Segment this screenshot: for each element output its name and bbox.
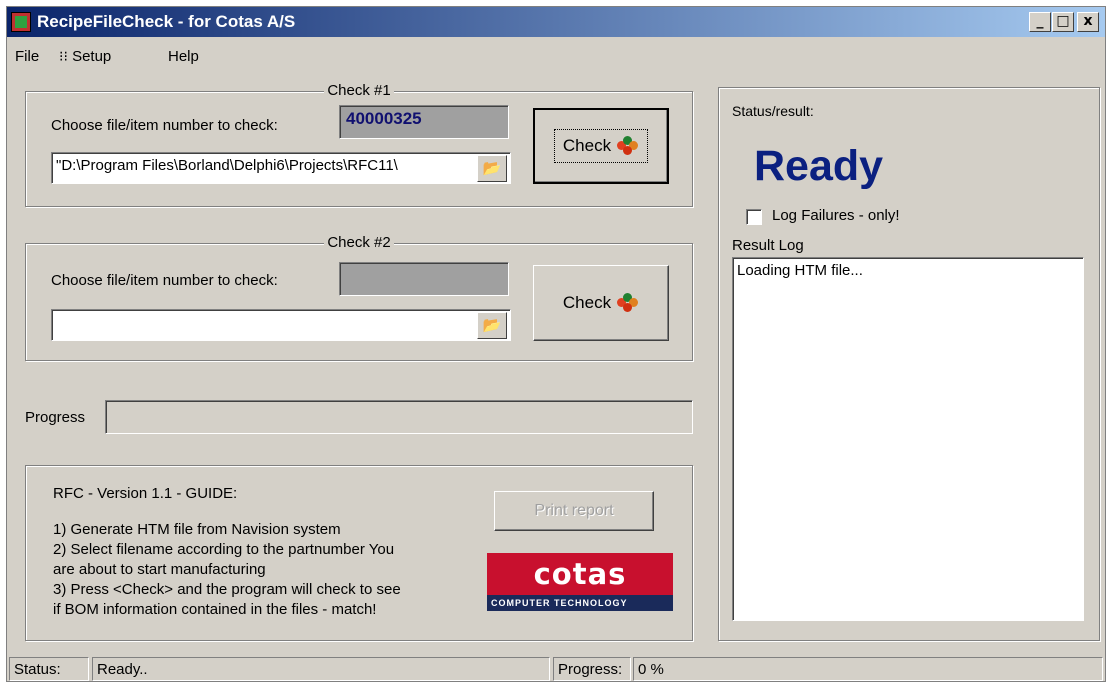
check2-button[interactable]: Check <box>533 265 669 341</box>
check2-item-number[interactable] <box>339 262 509 296</box>
check-balls-icon <box>617 293 639 313</box>
guide-step1: 1) Generate HTM file from Navision syste… <box>53 521 341 538</box>
progress-label: Progress <box>25 409 86 426</box>
check1-button-label: Check <box>562 136 612 155</box>
minimize-button[interactable]: _ <box>1029 12 1051 32</box>
app-window: RecipeFileCheck - for Cotas A/S _ □ x Fi… <box>6 6 1106 682</box>
window-title: RecipeFileCheck - for Cotas A/S <box>37 12 296 31</box>
title-bar[interactable]: RecipeFileCheck - for Cotas A/S _ □ x <box>7 7 1105 37</box>
result-log-label: Result Log <box>732 237 804 254</box>
statusbar-progress-value: 0 % <box>633 657 1103 681</box>
check2-choose-label: Choose file/item number to check: <box>51 272 278 289</box>
close-button[interactable]: x <box>1077 12 1099 32</box>
status-state: Ready <box>754 142 884 190</box>
menu-file[interactable]: File <box>15 48 39 65</box>
folder-open-icon[interactable]: 📂 <box>477 155 507 182</box>
statusbar-status-label: Status: <box>9 657 89 681</box>
check1-path-input[interactable]: "D:\Program Files\Borland\Delphi6\Projec… <box>51 152 511 184</box>
print-report-label: Print report <box>534 502 614 519</box>
check1-button[interactable]: Check <box>533 108 669 184</box>
guide-title: RFC - Version 1.1 - GUIDE: <box>53 485 238 502</box>
menu-help-label: Help <box>168 48 199 65</box>
status-result-label: Status/result: <box>732 103 814 119</box>
check1-item-number[interactable]: 40000325 <box>339 105 509 139</box>
menu-setup-label: Setup <box>72 48 112 65</box>
guide-step2a: 2) Select filename according to the part… <box>53 541 395 558</box>
check1-legend: Check #1 <box>324 82 394 99</box>
check2-legend: Check #2 <box>324 234 394 251</box>
setup-icon: ⁝⁝ <box>59 49 68 65</box>
menu-setup[interactable]: ⁝⁝ Setup <box>59 48 111 65</box>
check1-choose-label: Choose file/item number to check: <box>51 117 278 134</box>
progress-bar <box>105 400 693 434</box>
print-report-button[interactable]: Print report <box>494 491 654 531</box>
log-failures-label[interactable]: Log Failures - only! <box>772 207 900 224</box>
log-failures-checkbox[interactable] <box>746 209 762 225</box>
guide-step2b: are about to start manufacturing <box>53 561 266 578</box>
check2-path-input[interactable] <box>51 309 511 341</box>
menu-help[interactable]: Help <box>168 48 199 65</box>
result-log[interactable]: Loading HTM file... <box>732 257 1084 621</box>
app-icon[interactable] <box>11 12 31 32</box>
menu-bar: File ⁝⁝ Setup Help <box>7 40 1105 68</box>
check1-path-text: "D:\Program Files\Borland\Delphi6\Projec… <box>56 157 398 174</box>
statusbar-progress-label: Progress: <box>553 657 631 681</box>
folder-open-icon[interactable]: 📂 <box>477 312 507 339</box>
logo-tagline: COMPUTER TECHNOLOGY <box>487 595 673 611</box>
check-balls-icon <box>617 136 639 156</box>
menu-file-label: File <box>15 48 40 65</box>
maximize-button[interactable]: □ <box>1052 12 1074 32</box>
guide-step3b: if BOM information contained in the file… <box>53 601 377 618</box>
status-bar: Status: Ready.. Progress: 0 % <box>7 657 1105 682</box>
log-line: Loading HTM file... <box>737 262 863 279</box>
logo-word: cotas <box>533 557 627 591</box>
check2-button-label: Check <box>562 293 612 312</box>
guide-step3a: 3) Press <Check> and the program will ch… <box>53 581 401 598</box>
statusbar-status-value: Ready.. <box>92 657 550 681</box>
cotas-logo: cotas COMPUTER TECHNOLOGY <box>487 553 673 611</box>
